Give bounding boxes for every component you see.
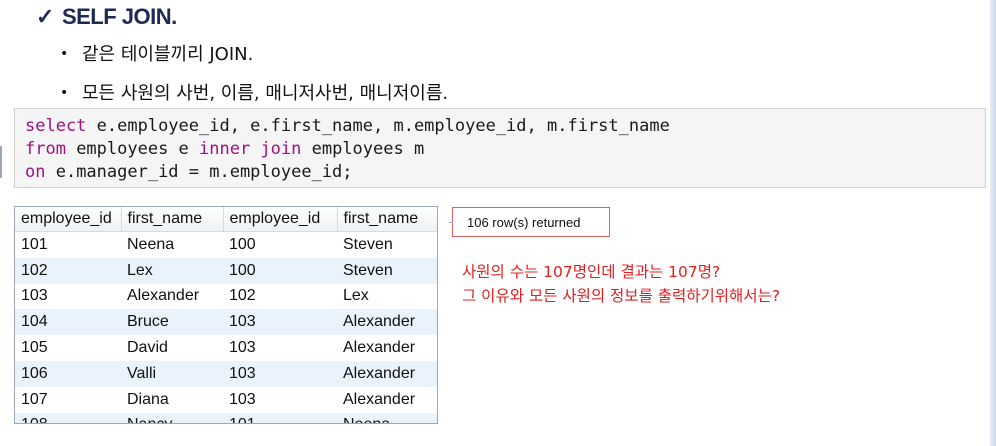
table-cell[interactable]: 106 [15,360,121,387]
table-cell[interactable]: Alexander [337,335,437,361]
table-row[interactable]: 101 Neena 100 Steven [15,232,437,258]
right-edge-decoration [990,0,996,446]
sql-text: employees m [301,139,425,159]
table-cell[interactable]: Steven [337,232,437,258]
table-row[interactable]: 107 Diana 103 Alexander [15,387,437,413]
table-row[interactable]: 103 Alexander 102 Lex [15,284,437,310]
left-margin-marker [0,146,2,178]
table-row[interactable]: 104 Bruce 103 Alexander [15,309,437,336]
column-header[interactable]: first_name [121,207,224,232]
bullet-text: 모든 사원의 사번, 이름, 매니저사번, 매니저이름. [82,83,449,104]
table-cell[interactable]: 103 [223,387,337,413]
column-header[interactable]: employee_id [15,207,122,232]
table-cell[interactable]: 102 [15,257,121,284]
table-cell[interactable]: Lex [121,257,223,284]
slide-heading: ✓ SELF JOIN. [36,4,177,30]
table-cell[interactable]: Diana [121,387,223,413]
table-header-row: employee_id first_name employee_id first… [15,207,437,232]
column-header[interactable]: first_name [337,207,437,232]
bullet-item: • 모든 사원의 사번, 이름, 매니저사번, 매니저이름. [60,79,448,105]
sql-keyword: on [25,162,46,182]
table-row[interactable]: 106 Valli 103 Alexander [15,360,437,387]
table-cell[interactable]: 104 [15,309,121,336]
table-cell[interactable]: Alexander [121,284,223,310]
table-cell[interactable]: 102 [223,284,337,310]
table-cell[interactable]: Valli [121,360,223,387]
result-table: employee_id first_name employee_id first… [15,207,437,423]
table-cell[interactable]: Lex [337,284,437,310]
bullet-item: • 같은 테이블끼리 JOIN. [60,40,253,66]
table-row[interactable]: 102 Lex 100 Steven [15,257,437,284]
table-cell[interactable]: Nancy [121,412,223,423]
sql-keyword: inner join [199,139,302,159]
table-cell[interactable]: 107 [15,387,121,413]
table-cell[interactable]: 103 [223,309,337,336]
table-cell[interactable]: 101 [15,232,121,258]
table-cell[interactable]: Steven [337,257,437,284]
heading-title: SELF JOIN. [61,4,177,29]
sql-text: e.employee_id, e.first_name, m.employee_… [86,116,670,136]
table-cell[interactable]: 105 [15,335,121,361]
table-cell[interactable]: 103 [223,335,337,361]
bullet-dot-icon: • [60,46,69,62]
table-cell[interactable]: David [121,335,223,361]
table-row[interactable]: 108 Nancy 101 Neena [15,412,437,423]
table-row[interactable]: 105 David 103 Alexander [15,335,437,361]
rows-returned-status: 106 row(s) returned [449,207,610,237]
sql-keyword: select [25,116,87,136]
table-cell[interactable]: 108 [15,412,121,423]
table-cell[interactable]: 101 [223,412,337,423]
table-cell[interactable]: Neena [121,232,223,258]
table-cell[interactable]: 103 [223,360,337,387]
annotation-line: 그 이유와 모든 사원의 정보를 출력하기위해서는? [462,287,781,305]
table-cell[interactable]: Alexander [337,309,437,336]
table-cell[interactable]: Alexander [337,387,437,413]
sql-text: e.manager_id = m.employee_id; [45,162,353,182]
sql-keyword: from [25,139,66,159]
table-cell[interactable]: 100 [223,257,337,284]
result-grid[interactable]: employee_id first_name employee_id first… [14,206,438,424]
annotation-line: 사원의 수는 107명인데 결과는 107명? [462,263,721,281]
table-cell[interactable]: 103 [15,284,121,310]
table-cell[interactable]: Bruce [121,309,223,336]
bullet-text: 같은 테이블끼리 JOIN. [82,44,254,65]
checkmark-icon: ✓ [36,4,54,29]
sql-code-block: select e.employee_id, e.first_name, m.em… [14,108,986,188]
bullet-dot-icon: • [60,85,69,101]
table-cell[interactable]: 100 [223,232,337,258]
table-cell[interactable]: Neena [337,412,437,423]
table-cell[interactable]: Alexander [337,360,437,387]
column-header[interactable]: employee_id [223,207,338,232]
sql-text: employees e [65,139,200,159]
